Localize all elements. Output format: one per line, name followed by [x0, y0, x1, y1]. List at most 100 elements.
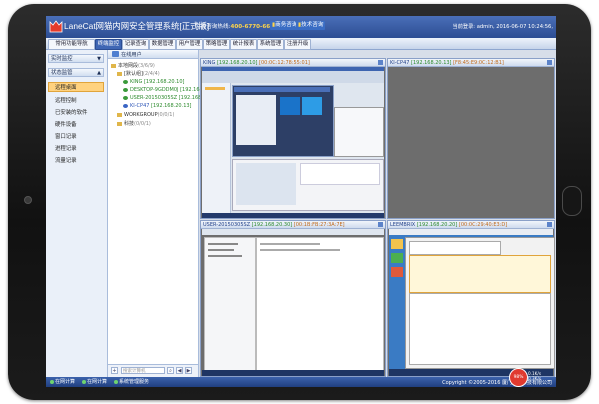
tree-search-input[interactable]: 搜索计算机 — [121, 367, 165, 374]
pane-ip: [192.168.20.13] — [411, 60, 452, 66]
tree-header-label: 在线用户 — [121, 52, 142, 58]
tab-reports[interactable]: 统计报表 — [230, 39, 257, 50]
pane-mac: [F8:45:E9:0C:12:B1] — [453, 60, 504, 66]
tree-footer: + 搜索计算机 ⌕ ◀ ▶ — [108, 364, 198, 377]
pane-header: USER-20150305SZ [192.168.20.30] [00:1B:F… — [201, 221, 385, 229]
app-title: LaneCat网猫内网安全管理系统[正式版] — [64, 21, 210, 31]
remote-screen — [202, 67, 384, 218]
status-item-label: 系统管理服务 — [119, 379, 150, 385]
online-dot-icon — [114, 379, 118, 384]
online-dot-icon — [82, 379, 86, 384]
pane-name: USER-20150305SZ — [203, 222, 251, 228]
menu-process-records[interactable]: 进程记录 — [55, 144, 77, 152]
hotline-label: 免费咨询热线: — [195, 24, 231, 30]
cat-logo-icon — [49, 20, 63, 33]
support-button[interactable]: ▮技术咨询 — [296, 21, 326, 30]
pane-ip: [192.168.20.20] — [416, 222, 458, 228]
menu-hardware[interactable]: 硬件设备 — [55, 120, 77, 128]
pane-mac: [00:1B:FB:27:3A:7E] — [293, 222, 345, 228]
app-screen: LaneCat网猫内网安全管理系统[正式版] 免费咨询热线:400-6770-6… — [46, 16, 556, 387]
tab-policy[interactable]: 策略管理 — [203, 39, 230, 50]
pane-name: LEEMBRIX — [390, 222, 416, 228]
tree-header: 在线用户 — [108, 50, 198, 59]
chevron-down-icon: ▼ — [97, 56, 101, 62]
menu-remote-desktop[interactable]: 远程桌面 — [48, 82, 104, 92]
pane-ip: [192.168.20.10] — [216, 60, 258, 66]
pane-menu-icon[interactable] — [378, 60, 383, 65]
net-speed: 0.1K/s 0.3K/s — [528, 371, 541, 381]
search-icon[interactable]: ⌕ — [167, 367, 174, 374]
tab-system[interactable]: 系统管理 — [257, 39, 284, 50]
menu-installed-software[interactable]: 已安装的软件 — [55, 108, 87, 116]
tree-node-local[interactable]: 本地网段(3/6/9) — [111, 62, 155, 69]
tree-node-kicp47[interactable]: KI-CP47 [192.168.20.13] — [123, 103, 192, 109]
status-network: 在网计算 — [82, 378, 107, 385]
remote-screen — [389, 229, 555, 376]
section-status-label: 状态监管 — [51, 70, 73, 76]
node-label: 本地网段 — [118, 63, 139, 69]
node-label: KI-CP47 — [130, 103, 150, 109]
pane-menu-icon[interactable] — [547, 60, 552, 65]
tab-terminal-monitor[interactable]: 终端监控 — [95, 39, 122, 50]
hotline: 免费咨询热线:400-6770-668 — [195, 22, 274, 30]
left-menu: 实时监控 ▼ 状态监管 ▲ 远程桌面 远程控制 已安装的软件 硬件设备 窗口记录 进… — [46, 50, 108, 377]
online-dot-icon — [50, 379, 54, 384]
remote-screen — [202, 229, 384, 376]
tree-node-workgroup[interactable]: WORKGROUP(0/0/1) — [117, 112, 174, 118]
section-status[interactable]: 状态监管 ▲ — [48, 68, 104, 77]
consult-label: 商务咨询 — [275, 22, 298, 28]
node-label: WORKGROUP — [124, 112, 158, 118]
node-label: KING — [130, 79, 143, 85]
node-label: 科技 — [124, 121, 135, 127]
menu-traffic-records[interactable]: 流量记录 — [55, 156, 77, 164]
pane-header: KING [192.168.20.10] [00:0C:12:78:55:01] — [201, 59, 385, 67]
menu-window-records[interactable]: 窗口记录 — [55, 132, 77, 140]
tab-records[interactable]: 记录查询 — [122, 39, 149, 50]
pane-menu-icon[interactable] — [378, 222, 383, 227]
menu-remote-control[interactable]: 远程控制 — [55, 96, 77, 104]
node-count: (0/0/1) — [134, 121, 151, 127]
node-count: (3/6/9) — [138, 63, 155, 69]
online-user-icon — [123, 87, 128, 92]
pane-mac: [00:0C:12:78:55:01] — [259, 60, 310, 66]
pane-mac: [00:0C:29:40:E3:D] — [458, 222, 508, 228]
node-label: USER-20150305SZ — [130, 95, 178, 101]
node-count: (0/0/1) — [157, 112, 175, 118]
next-icon[interactable]: ▶ — [185, 367, 192, 374]
tab-data[interactable]: 数据管理 — [149, 39, 176, 50]
remote-desktop-pane[interactable]: KI-CP47 [192.168.20.13] [F8:45:E9:0C:12:… — [387, 58, 555, 219]
remote-desktop-pane[interactable]: LEEMBRIX [192.168.20.20] [00:0C:29:40:E3… — [387, 220, 555, 377]
cpu-gauge[interactable]: 98% — [509, 368, 528, 387]
status-item-label: 在网计算 — [87, 379, 108, 385]
folder-icon — [117, 112, 122, 117]
camera-icon — [24, 196, 32, 204]
node-label: DESKTOP-9GDDM0J — [130, 87, 179, 93]
support-label: 技术咨询 — [301, 22, 324, 28]
pane-header: KI-CP47 [192.168.20.13] [F8:45:E9:0C:12:… — [388, 59, 554, 67]
expand-button[interactable]: + — [111, 367, 118, 374]
folder-icon — [117, 71, 122, 76]
title-bar: LaneCat网猫内网安全管理系统[正式版] 免费咨询热线:400-6770-6… — [46, 16, 556, 38]
users-icon — [112, 51, 119, 57]
section-realtime-label: 实时监控 — [51, 56, 73, 62]
home-button[interactable] — [562, 186, 582, 216]
computer-tree: 在线用户 本地网段(3/6/9) [默认组](2/4/4) KING [192.… — [108, 50, 221, 377]
pane-menu-icon[interactable] — [547, 222, 552, 227]
section-realtime[interactable]: 实时监控 ▼ — [48, 54, 104, 63]
node-label: [默认组] — [124, 71, 143, 77]
tab-users[interactable]: 用户管理 — [176, 39, 203, 50]
user-info: 当前登录: admin, 2016-06-07 10:24:56, — [452, 24, 553, 30]
tree-node-king[interactable]: KING [192.168.20.10] — [123, 79, 184, 85]
online-user-icon — [123, 95, 128, 100]
pane-name: KING — [203, 60, 216, 66]
tab-register[interactable]: 注册升级 — [284, 39, 311, 50]
pane-header: LEEMBRIX [192.168.20.20] [00:0C:29:40:E3… — [388, 221, 554, 229]
prev-icon[interactable]: ◀ — [176, 367, 183, 374]
tab-common-nav[interactable]: 常用功能导航 — [48, 39, 95, 50]
remote-desktop-pane[interactable]: USER-20150305SZ [192.168.20.30] [00:1B:F… — [200, 220, 386, 377]
remote-desktop-pane[interactable]: KING [192.168.20.10] [00:0C:12:78:55:01] — [200, 58, 386, 219]
status-item-label: 在网计算 — [55, 379, 76, 385]
tree-node-default-group[interactable]: [默认组](2/4/4) — [117, 70, 160, 77]
tree-node-tech[interactable]: 科技(0/0/1) — [117, 120, 151, 127]
node-count: (2/4/4) — [142, 71, 160, 77]
